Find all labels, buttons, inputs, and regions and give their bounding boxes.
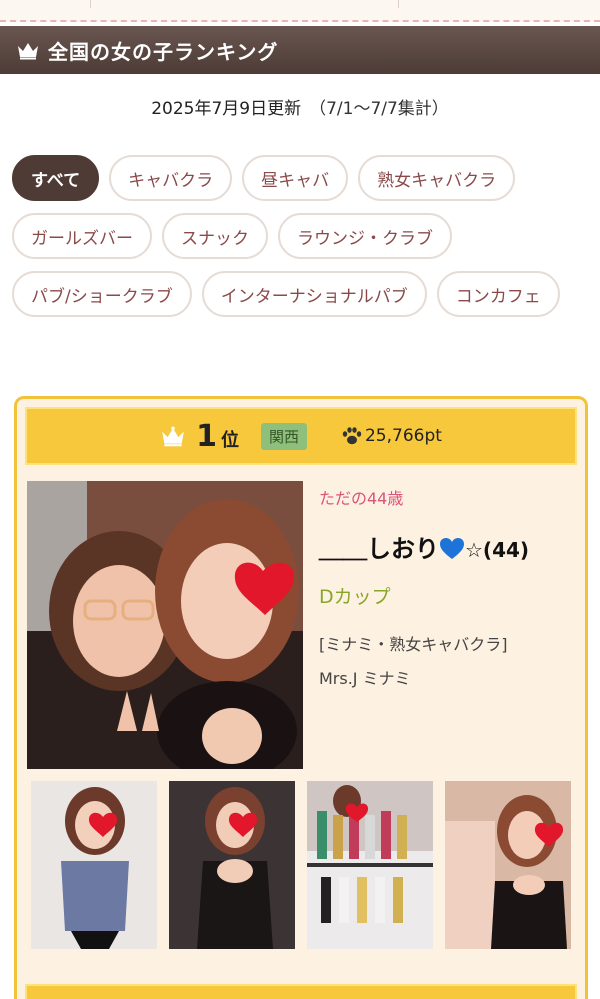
ranking-header: 全国の女の子ランキング	[0, 26, 600, 74]
rank-unit: 位	[220, 430, 239, 451]
profile-photo[interactable]	[27, 481, 303, 769]
cup-size: Dカップ	[319, 586, 391, 608]
photo-gallery	[31, 781, 579, 949]
shop-name[interactable]: Mrs.J ミナミ	[319, 665, 581, 689]
profile-photo-image	[27, 481, 303, 769]
gallery-photo-image	[307, 781, 433, 949]
gallery-photo[interactable]	[169, 781, 295, 949]
paw-icon	[342, 427, 362, 445]
blue-heart-icon	[440, 538, 464, 559]
page-title: 全国の女の子ランキング	[48, 39, 279, 64]
girl-name[interactable]: ＿＿しおり ☆(44)	[319, 529, 581, 564]
crown-icon	[162, 426, 184, 447]
catchphrase: ただの44歳	[319, 489, 404, 508]
rank-bar: 1 位 関西 25,766pt	[25, 407, 577, 465]
category-chip-pub-show-club[interactable]: パブ/ショークラブ	[12, 271, 192, 317]
category-chip-cabaret[interactable]: キャバクラ	[109, 155, 233, 201]
category-chip-concept-cafe[interactable]: コンカフェ	[436, 271, 560, 317]
region-badge: 関西	[260, 422, 307, 450]
category-chip-lounge-club[interactable]: ラウンジ・クラブ	[278, 213, 452, 259]
gallery-photo-image	[31, 781, 157, 949]
category-chip-day-cabaret[interactable]: 昼キャバ	[242, 155, 349, 201]
next-rank-bar	[25, 984, 577, 999]
category-chip-girls-bar[interactable]: ガールズバー	[12, 213, 152, 259]
girl-name-text: ＿＿しおり	[319, 535, 439, 563]
aggregation-range: （7/1〜7/7集計）	[309, 99, 449, 119]
rank-number: 1	[196, 418, 217, 454]
category-chip-international-pub[interactable]: インターナショナルパブ	[201, 271, 427, 317]
category-chip-mature-cabaret[interactable]: 熟女キャバクラ	[358, 155, 516, 201]
category-chip-snack[interactable]: スナック	[162, 213, 268, 259]
tab-divider	[398, 0, 399, 8]
profile-info: ただの44歳 ＿＿しおり ☆(44) Dカップ [ミナミ・熟女キャバクラ] Mrs…	[319, 485, 581, 689]
top-tab-strip	[0, 0, 600, 22]
gallery-photo[interactable]	[445, 781, 571, 949]
points-value: 25,766pt	[364, 426, 442, 446]
crown-icon	[18, 43, 38, 60]
update-date: 2025年7月9日更新	[151, 99, 302, 119]
update-info: 2025年7月9日更新 （7/1〜7/7集計）	[0, 94, 600, 119]
gallery-photo-image	[445, 781, 571, 949]
ranking-card[interactable]: 1 位 関西 25,766pt ただの44歳 ＿＿しおり ☆(44) Dカップ …	[14, 396, 588, 999]
girl-age: ☆(44)	[465, 538, 530, 562]
category-chip-all[interactable]: すべて	[12, 155, 100, 201]
category-filter: すべて キャバクラ 昼キャバ 熟女キャバクラ ガールズバー スナック ラウンジ・…	[12, 155, 592, 317]
shop-type[interactable]: [ミナミ・熟女キャバクラ]	[319, 631, 581, 655]
gallery-photo[interactable]	[307, 781, 433, 949]
gallery-photo[interactable]	[31, 781, 157, 949]
gallery-photo-image	[169, 781, 295, 949]
tab-divider	[90, 0, 91, 8]
